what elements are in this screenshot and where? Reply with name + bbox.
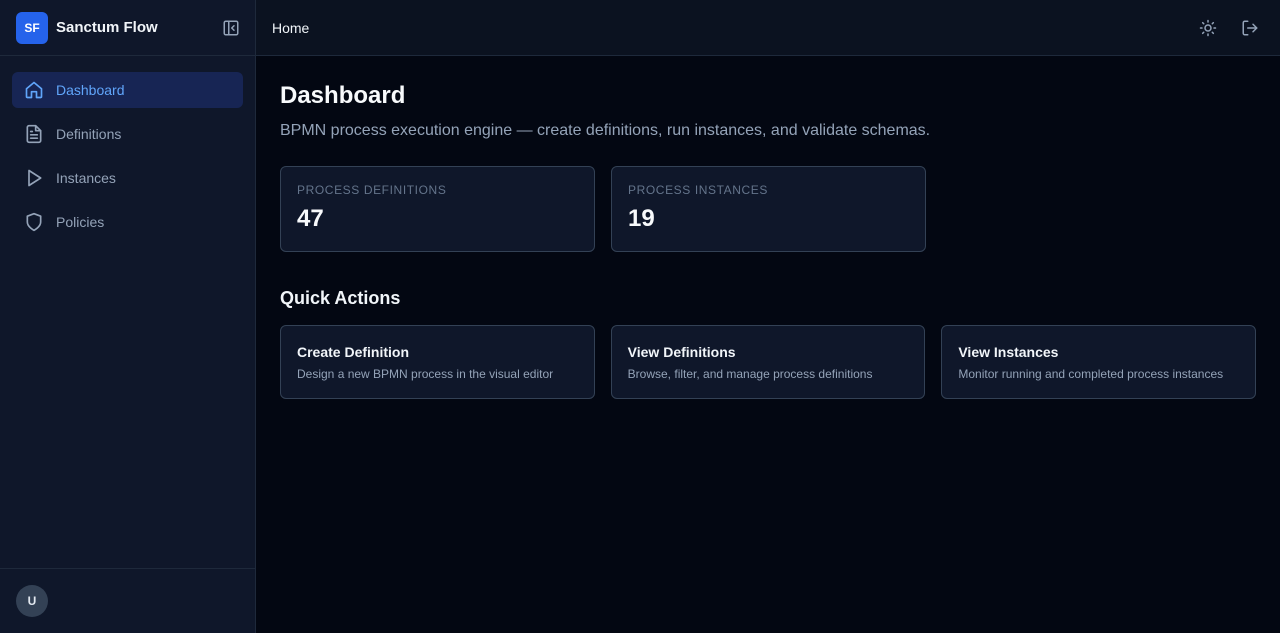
action-title: View Instances bbox=[958, 344, 1059, 360]
sun-icon bbox=[1199, 19, 1217, 36]
logout-button[interactable] bbox=[1236, 14, 1264, 42]
breadcrumb[interactable]: Home bbox=[272, 20, 1180, 36]
main-area: Home Dashboard BPMN process execution en… bbox=[256, 0, 1280, 633]
sidebar-item-label: Definitions bbox=[56, 126, 122, 142]
stat-value: 19 bbox=[628, 205, 655, 232]
topbar: Home bbox=[256, 0, 1280, 56]
theme-toggle-button[interactable] bbox=[1194, 14, 1222, 42]
action-description: Browse, filter, and manage process defin… bbox=[627, 367, 873, 381]
shield-icon bbox=[24, 212, 44, 232]
stat-card-definitions: Process Definitions 47 bbox=[280, 166, 595, 252]
view-definitions-card[interactable]: View Definitions Browse, filter, and man… bbox=[610, 325, 926, 399]
view-instances-card[interactable]: View Instances Monitor running and compl… bbox=[941, 325, 1257, 399]
play-icon bbox=[24, 168, 44, 188]
create-definition-card[interactable]: Create Definition Design a new BPMN proc… bbox=[280, 325, 595, 399]
action-title: Create Definition bbox=[297, 344, 410, 360]
stat-label: Process Instances bbox=[628, 183, 769, 197]
stats-row: Process Definitions 47 Process Instances… bbox=[280, 166, 1256, 252]
quick-actions-row: Create Definition Design a new BPMN proc… bbox=[280, 325, 1257, 399]
file-text-icon bbox=[24, 124, 44, 144]
stat-label: Process Definitions bbox=[297, 183, 447, 197]
stat-card-instances: Process Instances 19 bbox=[611, 166, 926, 252]
action-title: View Definitions bbox=[627, 344, 736, 360]
panel-left-close-icon bbox=[223, 20, 239, 35]
sidebar-item-dashboard[interactable]: Dashboard bbox=[12, 72, 243, 108]
sidebar-item-definitions[interactable]: Definitions bbox=[12, 116, 243, 152]
user-avatar[interactable]: U bbox=[16, 585, 48, 617]
sidebar-item-instances[interactable]: Instances bbox=[12, 160, 243, 196]
sidebar: SF Sanctum Flow Dashboard Definitions In… bbox=[0, 0, 256, 633]
quick-actions-title: Quick Actions bbox=[280, 288, 401, 308]
sidebar-item-policies[interactable]: Policies bbox=[12, 204, 243, 240]
sidebar-item-label: Policies bbox=[56, 214, 105, 230]
page-subtitle: BPMN process execution engine — create d… bbox=[280, 122, 931, 139]
action-description: Design a new BPMN process in the visual … bbox=[297, 367, 554, 381]
collapse-sidebar-button[interactable] bbox=[217, 14, 245, 42]
sidebar-nav: Dashboard Definitions Instances Policies bbox=[0, 56, 255, 568]
stat-value: 47 bbox=[297, 205, 324, 232]
action-description: Monitor running and completed process in… bbox=[958, 367, 1224, 381]
sidebar-item-label: Instances bbox=[56, 170, 116, 186]
app-name: Sanctum Flow bbox=[56, 19, 158, 36]
page-title: Dashboard bbox=[280, 82, 406, 109]
app-logo[interactable]: SF bbox=[16, 11, 48, 44]
sidebar-item-label: Dashboard bbox=[56, 82, 125, 98]
log-out-icon bbox=[1242, 20, 1258, 35]
home-icon bbox=[24, 80, 44, 100]
dashboard-content: Dashboard BPMN process execution engine … bbox=[256, 56, 1280, 425]
sidebar-header: SF Sanctum Flow bbox=[0, 0, 255, 56]
sidebar-footer: U bbox=[0, 568, 255, 633]
